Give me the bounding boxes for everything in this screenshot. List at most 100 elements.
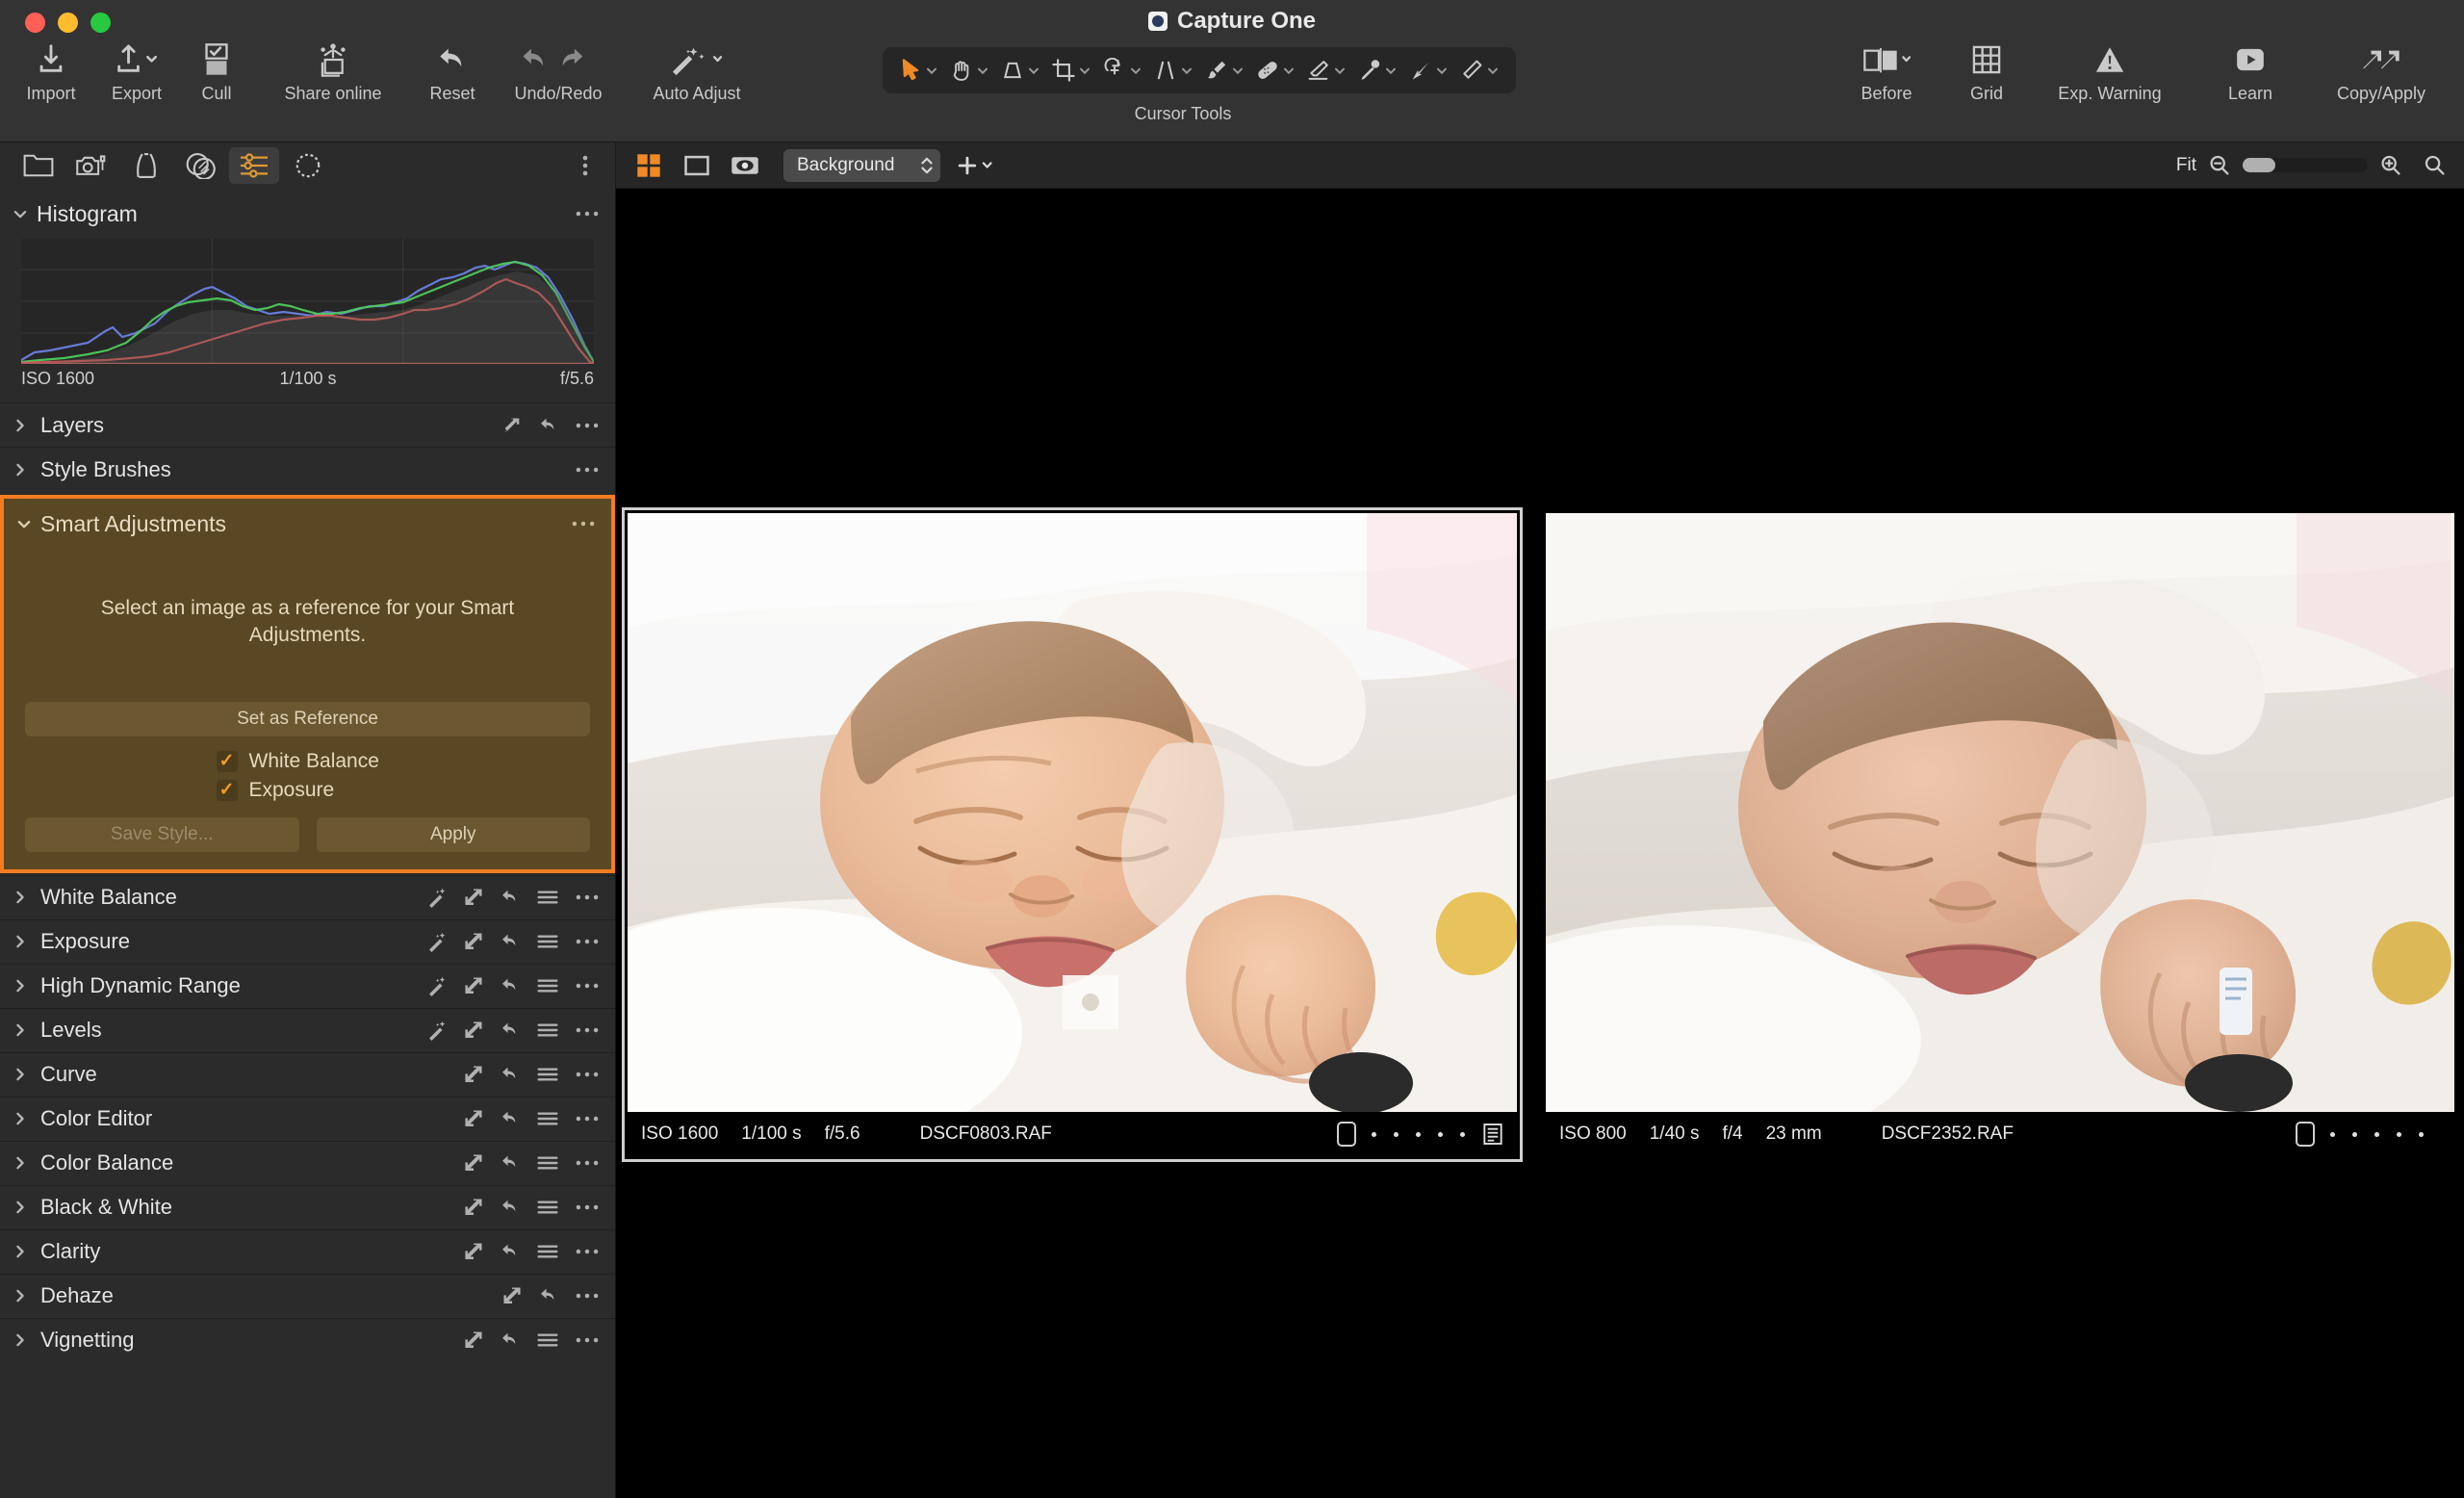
checkbox-exposure[interactable]: ✓ Exposure [216,779,399,802]
ellipsis-button[interactable] [575,1330,600,1350]
reset-icon[interactable] [538,415,559,436]
ellipsis-button[interactable] [575,1198,600,1217]
rating-dot[interactable] [1416,1131,1421,1137]
copy-button[interactable] [463,1152,484,1174]
photo-thumbnail[interactable] [1546,513,2454,1112]
panel-layers[interactable]: Layers [0,402,615,447]
cursor-tool-crop[interactable] [1047,56,1096,85]
chevron-right-icon[interactable] [10,1020,31,1041]
rating-dot[interactable] [1372,1131,1376,1137]
chevron-right-icon[interactable] [10,1064,31,1085]
reset-button[interactable] [500,1197,521,1218]
ellipsis-button[interactable] [575,1020,600,1040]
single-view-button[interactable] [678,149,716,182]
ellipsis-button[interactable] [575,1153,600,1173]
chevron-right-icon[interactable] [10,1108,31,1129]
cull-button[interactable]: Cull [181,40,252,104]
rating-dot[interactable] [2352,1131,2357,1137]
tool-row[interactable]: White Balance [0,874,615,919]
grid-view-button[interactable] [629,149,668,182]
chevron-right-icon[interactable] [10,931,31,952]
copy-button[interactable] [463,1020,484,1041]
apply-button[interactable]: Apply [316,816,590,852]
chevron-right-icon[interactable] [10,415,31,436]
wand-button[interactable] [426,1020,448,1042]
save-style-button[interactable]: Save Style... [25,816,299,852]
ellipsis-button[interactable] [575,1286,600,1305]
tool-row[interactable]: Exposure [0,918,615,964]
copy-button[interactable] [501,1285,523,1306]
color-tag-box[interactable] [1337,1122,1356,1147]
copy-button[interactable] [463,1241,484,1262]
copy-button[interactable] [463,931,484,952]
cursor-tool-pan[interactable] [945,56,994,85]
reset-button[interactable] [500,1108,521,1129]
auto-adjust-button[interactable]: Auto Adjust [626,40,768,104]
tool-row[interactable]: Levels [0,1007,615,1052]
copy-button[interactable] [463,1064,484,1085]
cursor-tool-eraser[interactable] [1302,56,1351,85]
ellipsis-icon[interactable] [575,416,600,435]
tool-row[interactable]: Dehaze [0,1273,615,1318]
menu-button[interactable] [536,1153,559,1173]
star-rating-dots[interactable] [2330,1131,2424,1137]
copy-button[interactable] [463,887,484,908]
histogram-graph[interactable] [21,239,594,364]
menu-button[interactable] [536,976,559,995]
ellipsis-icon[interactable] [575,460,600,479]
ellipsis-button[interactable] [575,888,600,907]
wand-button[interactable] [426,931,448,953]
menu-button[interactable] [536,932,559,951]
background-select[interactable]: Background [783,148,941,182]
zoom-out-icon[interactable] [2208,154,2231,177]
metadata-list-icon[interactable] [1482,1123,1503,1146]
rating-dot[interactable] [2330,1131,2335,1137]
reset-button[interactable] [500,931,521,952]
reset-button[interactable] [500,975,521,996]
menu-button[interactable] [536,1020,559,1040]
ellipsis-button[interactable] [575,1109,600,1128]
tool-row[interactable]: Curve [0,1051,615,1097]
tool-row[interactable]: Vignetting [0,1317,615,1362]
histogram-menu-button[interactable] [575,204,600,223]
chevron-right-icon[interactable] [10,1197,31,1218]
tool-tab-lens[interactable] [121,147,171,184]
zoom-slider-thumb[interactable] [2243,158,2275,172]
tool-row[interactable]: Color Editor [0,1096,615,1141]
reset-button[interactable] [500,1064,521,1085]
tool-row[interactable]: Clarity [0,1228,615,1274]
tool-row[interactable]: High Dynamic Range [0,963,615,1008]
tool-tab-details[interactable] [283,147,333,184]
cursor-tool-color-picker[interactable] [1353,56,1402,85]
tool-tab-color[interactable] [175,147,225,184]
tool-row[interactable]: Black & White [0,1184,615,1229]
reset-button[interactable] [500,1020,521,1041]
copy-apply-button[interactable]: Copy/Apply [2308,40,2454,104]
wand-button[interactable] [426,975,448,997]
reset-button[interactable] [500,1152,521,1174]
cursor-tool-heal[interactable] [1251,56,1300,85]
color-tag-box[interactable] [2296,1122,2315,1147]
export-button[interactable]: Export [92,40,181,104]
add-variant-button[interactable] [950,149,1002,182]
before-after-button[interactable]: Before [1827,40,1946,104]
chevron-right-icon[interactable] [10,975,31,996]
rating-dot[interactable] [1394,1131,1399,1137]
cursor-tool-select[interactable] [894,56,943,85]
undo-redo-button[interactable]: Undo/Redo [491,40,626,104]
panel-style-brushes[interactable]: Style Brushes [0,447,615,491]
set-as-reference-button[interactable]: Set as Reference [25,701,590,736]
rating-dot[interactable] [2419,1131,2424,1137]
star-rating-dots[interactable] [1372,1131,1465,1137]
share-online-button[interactable]: Share online [252,40,414,104]
ellipsis-button[interactable] [575,1242,600,1261]
smart-adjustments-header[interactable]: Smart Adjustments [4,499,611,549]
import-button[interactable]: Import [10,40,92,104]
menu-button[interactable] [536,1198,559,1217]
zoom-in-icon[interactable] [2379,154,2402,177]
cursor-tool-draw-mask[interactable] [1455,56,1504,85]
image-card-selected[interactable]: ISO 1600 1/100 s f/5.6 DSCF0803.RAF [622,507,1523,1162]
search-icon[interactable] [2424,154,2447,177]
histogram-header[interactable]: Histogram [0,189,615,239]
menu-button[interactable] [536,1242,559,1261]
